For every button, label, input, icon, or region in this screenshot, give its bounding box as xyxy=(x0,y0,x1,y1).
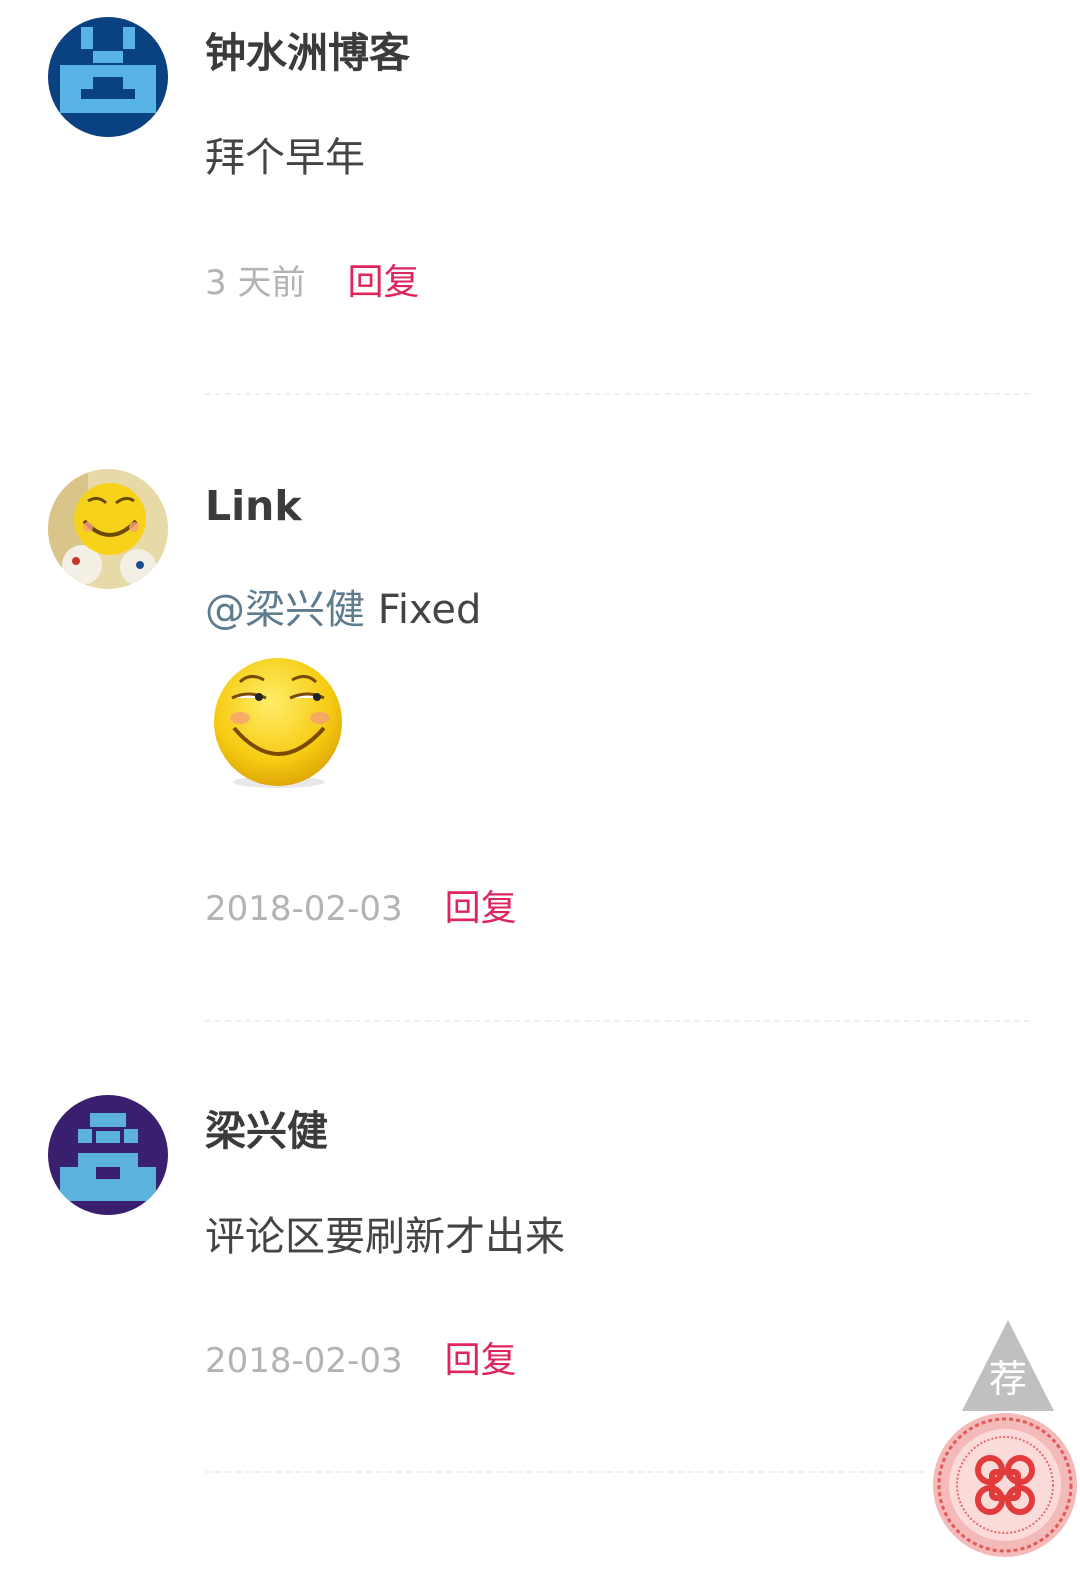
reply-button[interactable]: 回复 xyxy=(445,1343,517,1379)
comment-text: 评论区要刷新才出来 xyxy=(205,1214,565,1260)
recommend-label: 荐 xyxy=(988,1357,1027,1401)
comment-time: 3 天前 xyxy=(205,263,306,303)
reply-button[interactable]: 回复 xyxy=(347,265,419,301)
comment-text-content: Fixed xyxy=(377,587,482,633)
smirk-emoji-icon xyxy=(210,656,348,794)
avatar-smirk-face-icon[interactable] xyxy=(48,469,168,589)
china-unicom-knot-stamp-icon xyxy=(930,1410,1080,1560)
divider xyxy=(205,393,1030,395)
comment-meta: 2018-02-03 回复 xyxy=(205,1343,517,1379)
comment-text: @梁兴健 Fixed xyxy=(205,590,481,630)
avatar-pixel-identicon-icon[interactable] xyxy=(48,1095,168,1215)
comment-time: 2018-02-03 xyxy=(205,889,403,929)
comment-time: 2018-02-03 xyxy=(205,1341,403,1381)
comment-meta: 2018-02-03 回复 xyxy=(205,891,517,927)
avatar-pixel-identicon-icon[interactable] xyxy=(48,17,168,137)
recommend-button[interactable]: 荐 xyxy=(960,1318,1056,1413)
comment-text: 拜个早年 xyxy=(205,135,365,181)
comment-author[interactable]: Link xyxy=(205,486,302,527)
divider xyxy=(205,1471,925,1473)
divider xyxy=(205,1020,1030,1022)
comment-author[interactable]: 钟水洲博客 xyxy=(205,33,410,74)
comment-meta: 3 天前 回复 xyxy=(205,265,419,301)
reply-button[interactable]: 回复 xyxy=(445,891,517,927)
floating-widget: 荐 xyxy=(930,1318,1080,1570)
mention-link[interactable]: @梁兴健 xyxy=(205,587,365,633)
comment-author[interactable]: 梁兴健 xyxy=(205,1111,328,1152)
